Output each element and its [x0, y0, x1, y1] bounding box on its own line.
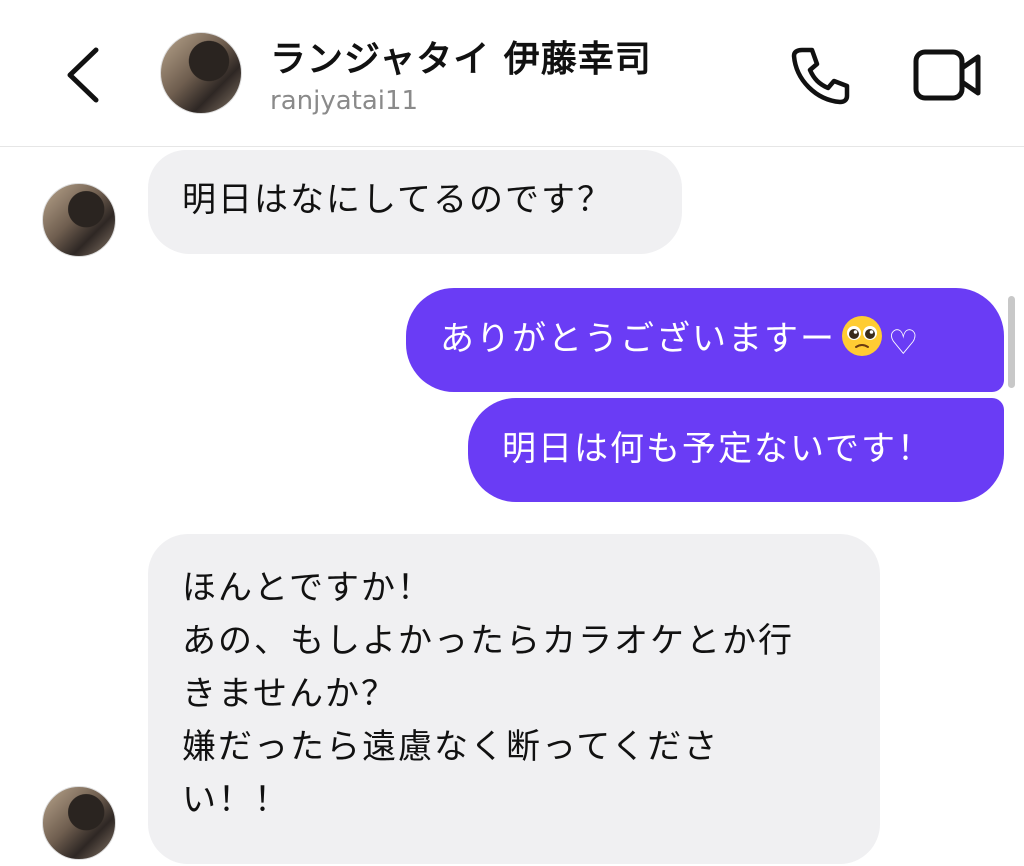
contact-avatar[interactable]: [160, 32, 242, 114]
video-call-button[interactable]: [912, 44, 984, 106]
voice-call-button[interactable]: [788, 42, 854, 108]
sender-avatar[interactable]: [42, 786, 116, 860]
video-camera-icon: [913, 49, 981, 101]
message-bubble-incoming[interactable]: 明日はなにしてるのです？: [148, 150, 682, 254]
heart-symbol: ♡: [888, 323, 921, 363]
contact-name[interactable]: ランジャタイ 伊藤幸司: [270, 30, 652, 82]
message-bubble-incoming[interactable]: ほんとですか！ あの、もしよかったらカラオケとか行 きませんか？ 嫌だったら遠慮…: [148, 534, 880, 864]
message-line: 嫌だったら遠慮なく断ってくださ: [182, 727, 720, 767]
message-line: あの、もしよかったらカラオケとか行: [182, 621, 794, 661]
message-bubble-outgoing[interactable]: ありがとうございますー ♡: [406, 288, 1004, 392]
chat-header: ランジャタイ 伊藤幸司 ranjyatai11: [0, 0, 1024, 147]
back-button[interactable]: [58, 40, 118, 110]
pleading-face-emoji: [842, 316, 882, 356]
back-chevron-icon: [67, 47, 99, 103]
message-text: ありがとうございますー: [440, 319, 836, 359]
message-line: ほんとですか！: [182, 568, 433, 608]
message-line: い！！: [182, 780, 290, 820]
message-line: きませんか？: [182, 674, 397, 714]
contact-username: ranjyatai11: [270, 86, 419, 116]
message-bubble-outgoing[interactable]: 明日は何も予定ないです！: [468, 398, 1004, 502]
phone-icon: [791, 47, 850, 105]
scrollbar[interactable]: [1008, 296, 1015, 388]
sender-avatar[interactable]: [42, 183, 116, 257]
